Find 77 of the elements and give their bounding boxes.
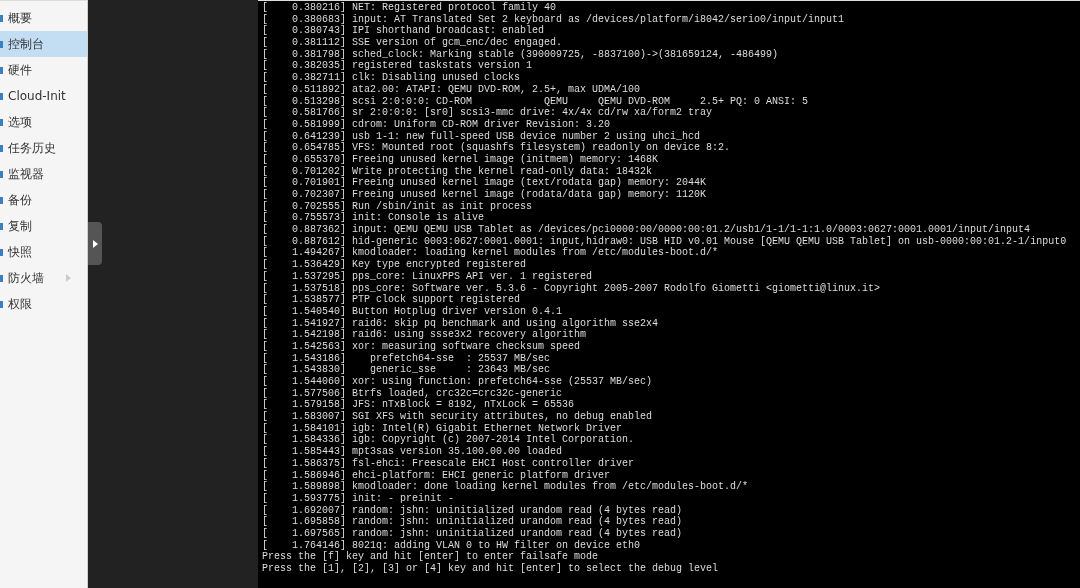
menu-icon xyxy=(0,248,3,256)
sidebar-item[interactable]: 监视器 xyxy=(0,161,87,187)
menu-icon xyxy=(0,300,3,308)
console-line: [ 0.581766] sr 2:0:0:0: [sr0] scsi3-mmc drive: 4x/4x cd/rw xa/form2 tray xyxy=(262,107,714,119)
console-screen[interactable] xyxy=(258,0,1080,588)
console-line: [ 1.542198] raid6: using ssse3x2 recovery algorithm xyxy=(262,329,588,341)
console-line: [ 1.579158] JFS: nTxBlock = 8192, nTxLock = 65536 xyxy=(262,399,576,411)
console-line: [ 0.380743] IPI shorthand broadcast: enabled xyxy=(262,25,546,37)
console-line: [ 1.583007] SGI XFS with security attributes, no debug enabled xyxy=(262,411,654,423)
console-line: [ 1.538577] PTP clock support registered xyxy=(262,294,522,306)
console-line: [ 0.513298] scsi 2:0:0:0: CD-ROM QEMU QEMU DVD-ROM 2.5+ PQ: 0 ANSI: 5 xyxy=(262,95,810,107)
console-line: [ 1.544060] xor: using function: prefetch64-sse (25537 MB/sec) xyxy=(262,376,654,388)
console-line: [ 1.541927] raid6: skip pq benchmark and using algorithm sse2x4 xyxy=(262,317,660,329)
console-line: [ 1.577506] Btrfs loaded, crc32c=crc32c-generic xyxy=(262,387,564,399)
console-line: [ 1.697565] random: jshn: uninitialized urandom read (4 bytes read) xyxy=(262,527,684,540)
console-line: [ 1.585443] mpt3sas version 35.100.00.00 loaded xyxy=(262,446,564,458)
menu-icon xyxy=(0,92,3,100)
console-line: [ 0.702555] Run /sbin/init as init process xyxy=(262,200,534,212)
sidebar-item[interactable]: 任务历史 xyxy=(0,135,87,161)
console-line: [ 0.701202] Write protecting the kernel read-only data: 18432k xyxy=(262,165,654,177)
sidebar-item[interactable]: 防火墙 xyxy=(0,265,87,291)
menu-icon xyxy=(0,196,3,204)
console-line: [ 1.543186] prefetch64-sse : 25537 MB/sec xyxy=(262,352,552,364)
console-line: [ 1.692007] random: jshn: uninitialized urandom read (4 bytes read) xyxy=(262,504,684,516)
console-line: [ 0.380216] NET: Registered protocol family 40 xyxy=(262,2,558,14)
sidebar-item[interactable]: 硬件 xyxy=(0,57,87,83)
console-line: [ 1.584336] igb: Copyright (c) 2007-2014 Intel Corporation. xyxy=(262,434,636,446)
sidebar-item[interactable]: 控制台 xyxy=(0,31,87,57)
console-line: [ 0.641239] usb 1-1: new full-speed USB device number 2 using uhci_hcd xyxy=(262,130,702,142)
menu-icon xyxy=(0,14,3,22)
console-line: [ 1.540540] Button Hotplug driver version 0.4.1 xyxy=(262,305,564,318)
arrow-icon xyxy=(92,239,98,248)
console-line: [ 1.494267] kmodloader: loading kernel modules from /etc/modules-boot.d/* xyxy=(262,247,720,259)
console-line: [ 0.654785] VFS: Mounted root (squashfs filesystem) readonly on device 8:2. xyxy=(262,142,732,154)
console-line: [ 1.537295] pps_core: LinuxPPS API ver. 1 registered xyxy=(262,270,594,283)
console-line: [ 1.536429] Key type encrypted registered xyxy=(262,259,528,271)
menu-icon xyxy=(0,118,3,126)
sidebar-item[interactable]: 概要 xyxy=(0,5,87,31)
sidebar-item[interactable]: 复制 xyxy=(0,213,87,239)
console-line: [ 0.382711] clk: Disabling unused clocks xyxy=(262,72,522,84)
menu-icon xyxy=(0,144,3,152)
console-line: [ 1.584101] igb: Intel(R) Gigabit Ethernet Network Driver xyxy=(262,422,624,434)
console-line: [ 1.586946] ehci-platform: EHCI generic platform driver xyxy=(262,469,612,481)
console-line: [ 0.511892] ata2.00: ATAPI: QEMU DVD-ROM, 2.5+, max UDMA/100 xyxy=(262,83,642,96)
sidebar-item[interactable]: Cloud-Init xyxy=(0,83,87,109)
console-line: [ 1.593775] init: - preinit - xyxy=(262,492,456,505)
console-line: [ 0.581999] cdrom: Uniform CD-ROM driver Revision: 3.20 xyxy=(262,118,612,131)
collapse-handle[interactable] xyxy=(88,222,102,265)
sidebar-item[interactable]: 选项 xyxy=(0,109,87,135)
console-line: [ 1.543830] generic_sse : 23643 MB/sec xyxy=(262,364,552,376)
console-line: Press the [1], [2], [3] or [4] key and hit [enter] to select the debug level xyxy=(262,563,720,575)
console-line: [ 0.381112] SSE version of gcm_enc/dec engaged. xyxy=(262,37,564,49)
menu-icon xyxy=(0,40,3,48)
console-line: Press the [f] key and hit [enter] to enter failsafe mode xyxy=(262,551,600,563)
sidebar-item[interactable]: 快照 xyxy=(0,239,87,265)
sidebar-item[interactable]: 备份 xyxy=(0,187,87,213)
console-line: [ 0.701901] Freeing unused kernel image (text/rodata gap) memory: 2044K xyxy=(262,177,708,189)
sidebar-item[interactable]: 权限 xyxy=(0,291,87,317)
console-line: [ 1.589898] kmodloader: done loading kernel modules from /etc/modules-boot.d/* xyxy=(262,481,750,493)
console-line: [ 1.542563] xor: measuring software checksum speed xyxy=(262,340,582,353)
menu-icon xyxy=(0,222,3,230)
console-line: [ 0.887612] hid-generic 0003:0627:0001.0001: input,hidraw0: USB HID v0.01 Mouse [QEMU QEMU USB Tablet] on usb-0000:00:01.2-1/input0 xyxy=(262,235,1068,247)
console-line: [ 0.380683] input: AT Translated Set 2 keyboard as /devices/platform/i8042/serio0/input/input1 xyxy=(262,13,846,25)
console-line: [ 1.764146] 8021q: adding VLAN 0 to HW filter on device eth0 xyxy=(262,539,642,551)
console-line: [ 0.755573] init: Console is alive xyxy=(262,212,486,224)
caret-icon xyxy=(66,274,71,282)
menu-icon xyxy=(0,66,3,74)
console-line: [ 0.381798] sched_clock: Marking stable (390009725, -8837100)->(381659124, -486499) xyxy=(262,48,780,60)
console-line: [ 0.887362] input: QEMU QEMU USB Tablet as /devices/pci0000:00/0000:00:01.2/usb1/1-1/1-1:1.0/0003:0627:0001.0001/input/input4 xyxy=(262,224,1032,236)
console-line: [ 0.382035] registered taskstats version 1 xyxy=(262,60,534,72)
console-line: [ 0.655370] Freeing unused kernel image (initmem) memory: 1468K xyxy=(262,153,660,166)
console-line: [ 1.537518] pps_core: Software ver. 5.3.6 - Copyright 2005-2007 Rodolfo Giometti <giometti@linux.it> xyxy=(262,282,882,294)
menu-icon xyxy=(0,170,3,178)
console-line: [ 0.702307] Freeing unused kernel image (rodata/data gap) memory: 1120K xyxy=(262,189,708,201)
console-line: [ 1.695858] random: jshn: uninitialized urandom read (4 bytes read) xyxy=(262,516,684,528)
console-line: [ 1.586375] fsl-ehci: Freescale EHCI Host controller driver xyxy=(262,457,636,470)
menu-icon xyxy=(0,274,3,282)
